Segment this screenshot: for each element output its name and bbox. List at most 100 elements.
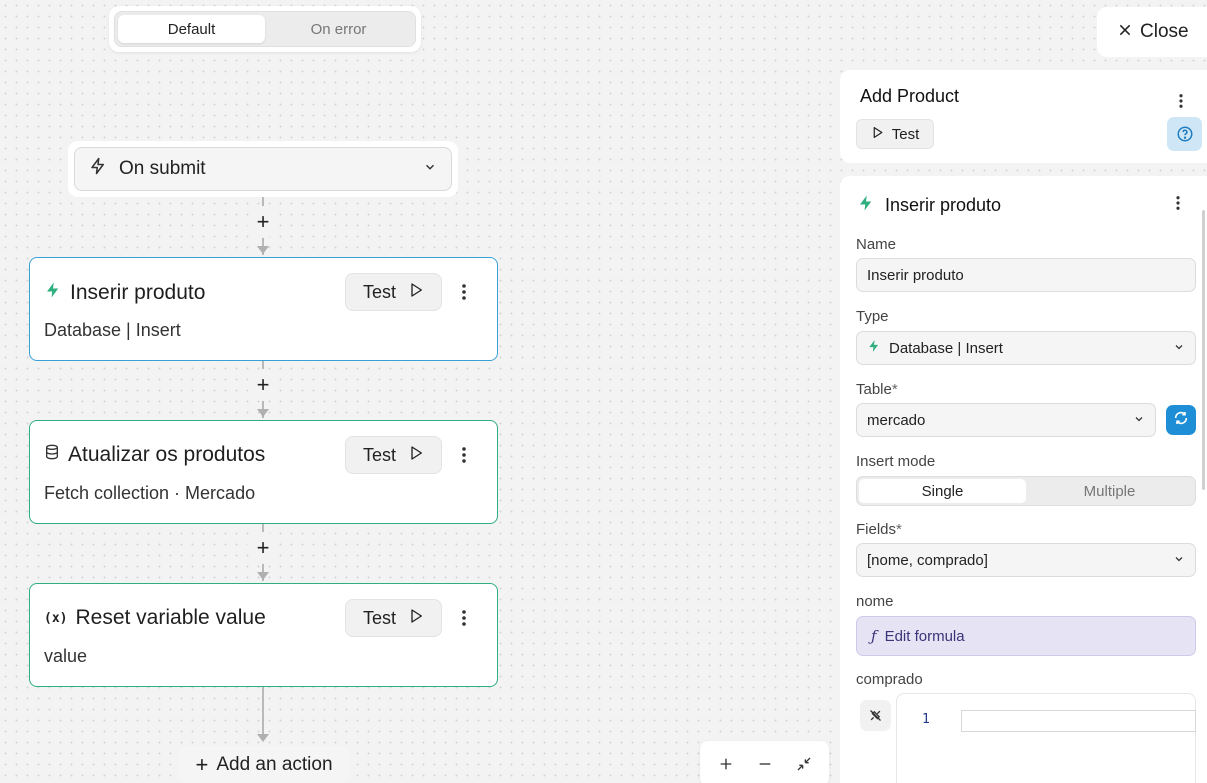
type-label: Type <box>856 308 889 325</box>
play-icon <box>408 607 424 630</box>
table-label: Table* <box>856 381 898 398</box>
connector-arrow <box>257 734 269 742</box>
type-select[interactable]: Database | Insert <box>856 331 1196 365</box>
zoom-controls <box>700 741 829 783</box>
insert-action-button[interactable]: + <box>247 532 279 564</box>
code-line-input[interactable] <box>961 710 1196 732</box>
chevron-down-icon <box>1173 552 1185 569</box>
test-action-button[interactable]: Test <box>345 273 442 311</box>
zoom-out-icon[interactable] <box>750 749 780 779</box>
insert-mode-toggle: Single Multiple <box>856 476 1196 506</box>
connector-arrow <box>257 246 269 254</box>
test-label: Test <box>362 607 396 628</box>
table-select[interactable]: mercado <box>856 403 1156 437</box>
panel-scrollbar[interactable] <box>1202 210 1205 490</box>
name-label: Name <box>856 236 897 253</box>
close-button[interactable]: Close <box>1097 7 1207 57</box>
test-label: Test <box>362 281 396 302</box>
more-options-icon[interactable] <box>1171 194 1185 212</box>
edit-formula-button[interactable]: ƒ Edit formula <box>856 616 1196 656</box>
close-icon <box>1118 21 1132 43</box>
action-title-text: Atualizar os produtos <box>68 443 266 466</box>
help-icon[interactable] <box>1167 117 1202 151</box>
add-action-label: Add an action <box>216 753 333 775</box>
tab-default[interactable]: Default <box>118 15 265 43</box>
variable-icon: (x) <box>44 610 68 626</box>
play-icon <box>408 444 424 467</box>
action-card-subtitle: Fetch collection · Mercado <box>44 483 256 503</box>
segmented-control: Default On error <box>114 11 416 47</box>
fields-label: Fields* <box>856 521 902 538</box>
formula-icon: ƒ <box>871 627 877 645</box>
play-icon <box>408 281 424 304</box>
nome-label: nome <box>856 593 894 610</box>
test-workflow-button[interactable]: Test <box>856 119 934 149</box>
more-options-icon[interactable] <box>454 606 474 630</box>
fit-view-icon[interactable] <box>789 749 819 779</box>
action-card-subtitle: Database | Insert <box>44 320 181 340</box>
play-icon <box>871 125 884 144</box>
name-value: Inserir produto <box>867 266 964 284</box>
trigger-container: On submit <box>68 141 458 197</box>
action-card-reset-variable[interactable]: (x) Reset variable value value Test <box>29 583 498 687</box>
action-card-title: Inserir produto <box>44 280 205 306</box>
insert-mode-single[interactable]: Single <box>859 479 1026 503</box>
test-action-button[interactable]: Test <box>345 436 442 474</box>
action-card-title: (x) Reset variable value <box>44 606 266 630</box>
database-icon <box>44 443 60 467</box>
lightning-icon <box>857 193 875 218</box>
chevron-down-icon <box>1133 412 1145 429</box>
line-number: 1 <box>922 712 930 727</box>
trigger-select[interactable]: On submit <box>74 147 452 191</box>
lightning-icon <box>867 338 881 358</box>
unbind-icon[interactable] <box>860 700 891 731</box>
connector-arrow <box>257 409 269 417</box>
edit-formula-label: Edit formula <box>884 627 965 645</box>
refresh-icon <box>1173 410 1189 431</box>
action-card-atualizar-produtos[interactable]: Atualizar os produtos Fetch collection ·… <box>29 420 498 524</box>
required-mark: * <box>896 521 902 538</box>
action-title-text: Reset variable value <box>75 606 266 629</box>
lightning-icon <box>44 280 62 306</box>
fields-value: [nome, comprado] <box>867 551 988 569</box>
code-editor[interactable]: 1 <box>896 693 1196 783</box>
tab-on-error[interactable]: On error <box>265 15 412 43</box>
fields-label-text: Fields <box>856 521 897 538</box>
insert-action-button[interactable]: + <box>247 369 279 401</box>
action-config-panel: Inserir produto Name Inserir produto Typ… <box>840 176 1207 783</box>
fields-select[interactable]: [nome, comprado] <box>856 543 1196 577</box>
workflow-title: Add Product <box>860 86 960 106</box>
connector-arrow <box>257 572 269 580</box>
action-config-title-text: Inserir produto <box>885 195 1002 215</box>
insert-mode-label: Insert mode <box>856 453 936 470</box>
trigger-label: On submit <box>119 158 206 179</box>
refresh-table-button[interactable] <box>1166 405 1196 435</box>
test-label: Test <box>362 444 396 465</box>
workflow-panel-header: Add Product Test <box>840 70 1207 163</box>
zoom-in-icon[interactable] <box>711 749 741 779</box>
insert-mode-multiple[interactable]: Multiple <box>1026 479 1193 503</box>
insert-action-button[interactable]: + <box>247 206 279 238</box>
workflow-branch-toggle: Default On error <box>109 6 421 52</box>
table-value: mercado <box>867 411 926 429</box>
action-card-title: Atualizar os produtos <box>44 443 265 467</box>
test-label: Test <box>891 125 920 143</box>
lightning-icon <box>89 156 107 182</box>
action-title-text: Inserir produto <box>70 281 206 304</box>
table-label-text: Table <box>856 381 892 398</box>
type-value: Database | Insert <box>889 339 1003 357</box>
more-options-icon[interactable] <box>454 443 474 467</box>
more-options-icon[interactable] <box>454 280 474 304</box>
name-field[interactable]: Inserir produto <box>856 258 1196 292</box>
close-label: Close <box>1140 21 1189 42</box>
action-card-subtitle: value <box>44 646 88 666</box>
action-card-inserir-produto[interactable]: Inserir produto Database | Insert Test <box>29 257 498 361</box>
plus-icon: + <box>195 751 209 777</box>
required-mark: * <box>891 381 898 398</box>
chevron-down-icon <box>1173 340 1185 357</box>
test-action-button[interactable]: Test <box>345 599 442 637</box>
chevron-down-icon <box>423 158 437 180</box>
more-options-icon[interactable] <box>1174 92 1188 110</box>
action-config-title: Inserir produto <box>857 193 1001 218</box>
add-action-button[interactable]: + Add an action <box>178 746 350 783</box>
